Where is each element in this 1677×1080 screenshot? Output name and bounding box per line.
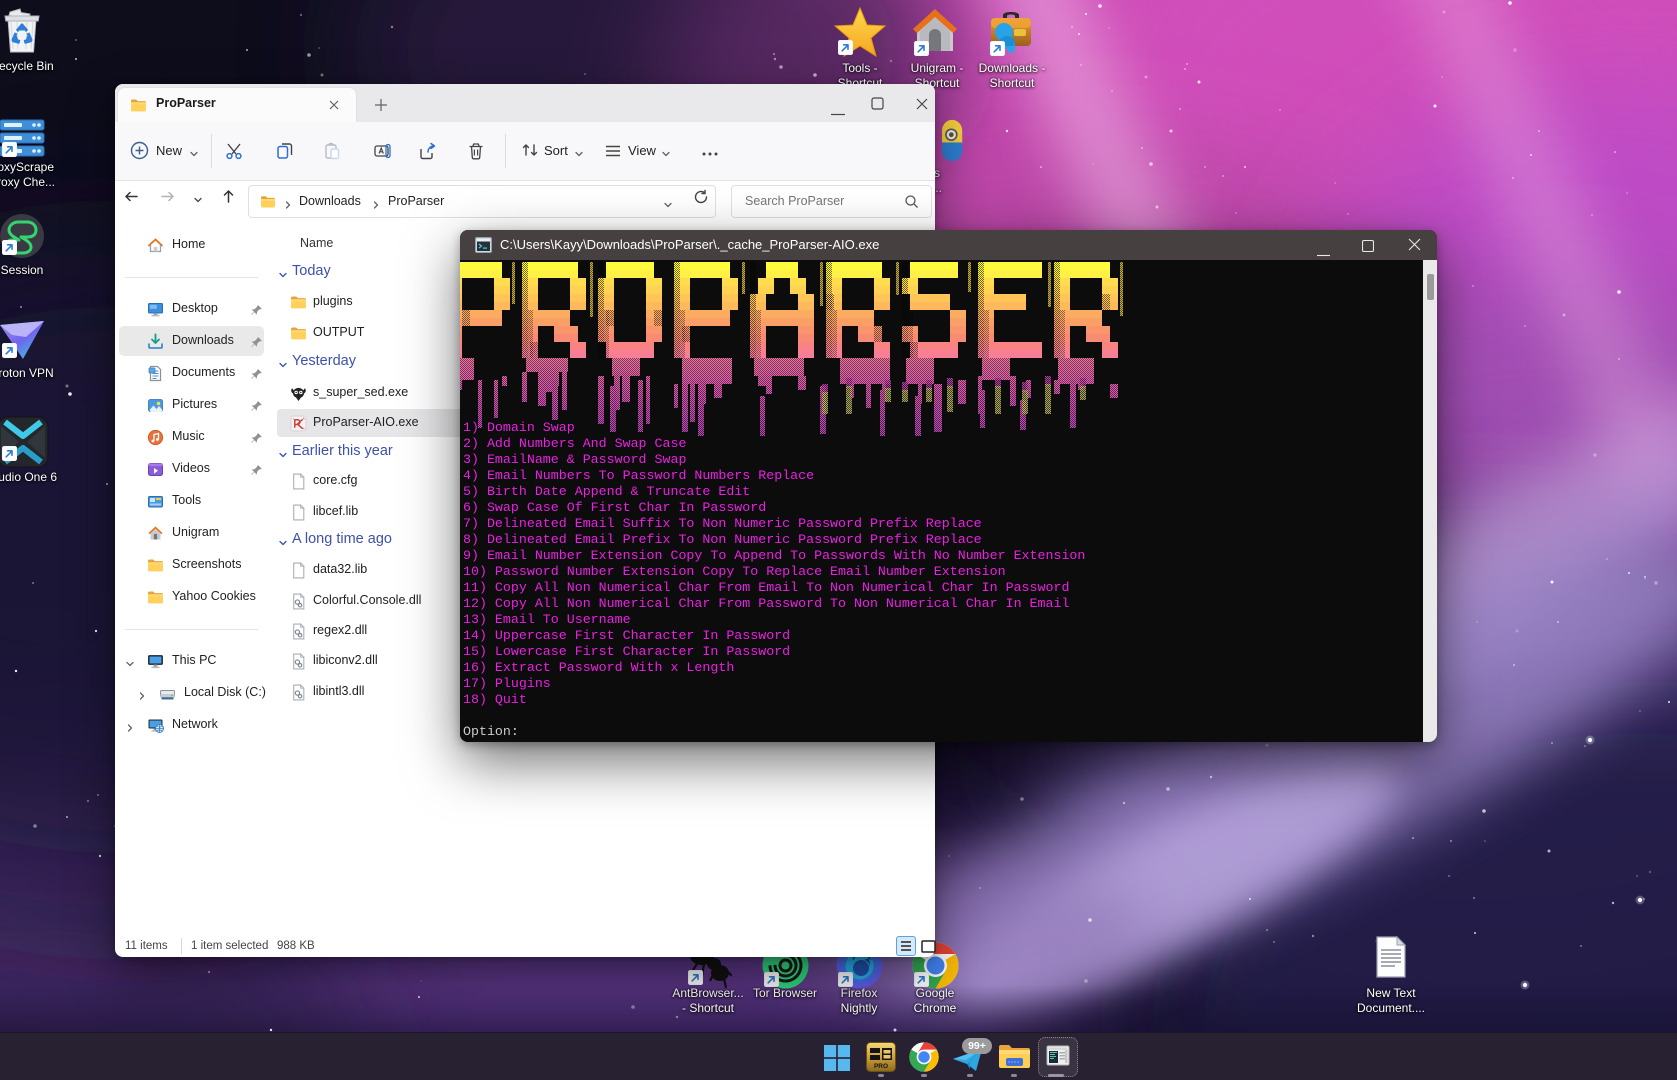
- svg-text:PRO: PRO: [874, 1063, 888, 1070]
